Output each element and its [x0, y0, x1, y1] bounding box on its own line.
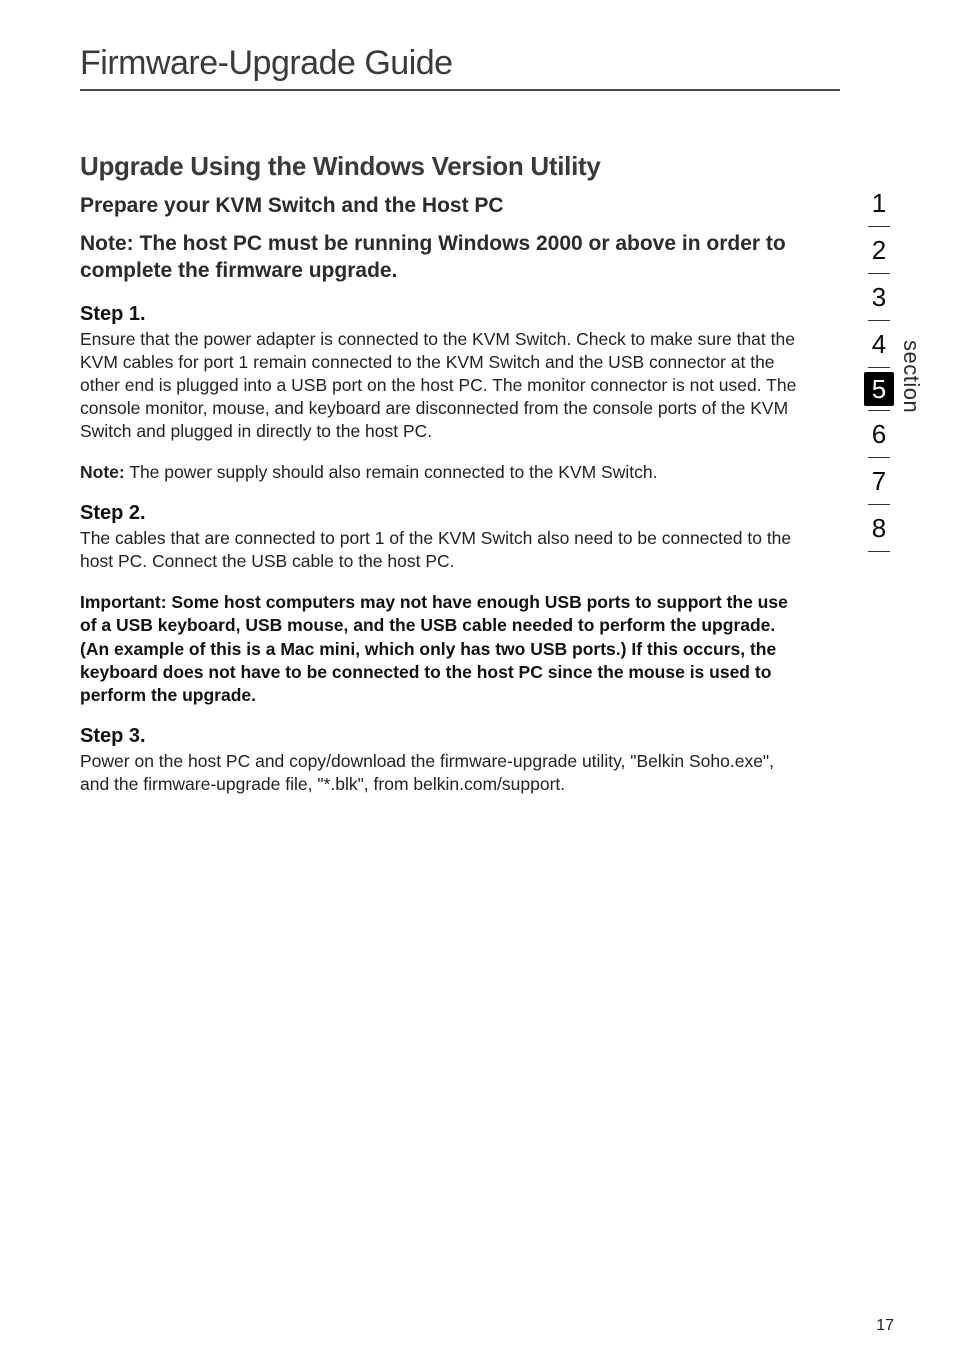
step-3-body: Power on the host PC and copy/download t…	[80, 750, 800, 796]
section-nav: 1 2 3 4 5 6 7 8	[822, 184, 894, 556]
nav-item-6[interactable]: 6	[872, 415, 886, 453]
heading-prepare: Prepare your KVM Switch and the Host PC	[80, 194, 800, 218]
section-label: section	[898, 340, 924, 413]
nav-item-2[interactable]: 2	[872, 231, 886, 269]
nav-item-8[interactable]: 8	[872, 509, 886, 547]
nav-item-1[interactable]: 1	[872, 184, 886, 222]
page-title: Firmware-Upgrade Guide	[80, 44, 894, 83]
step-3-heading: Step 3.	[80, 725, 800, 748]
nav-sep	[868, 320, 890, 321]
step-2-body: The cables that are connected to port 1 …	[80, 527, 800, 573]
step-1-heading: Step 1.	[80, 303, 800, 326]
nav-item-7[interactable]: 7	[872, 462, 886, 500]
nav-sep	[868, 504, 890, 505]
step-1-body: Ensure that the power adapter is connect…	[80, 328, 800, 443]
step-2-heading: Step 2.	[80, 502, 800, 525]
note-power-supply: Note: The power supply should also remai…	[80, 461, 800, 484]
nav-item-4[interactable]: 4	[872, 325, 886, 363]
note-text: The power supply should also remain conn…	[125, 462, 658, 482]
page-number: 17	[876, 1317, 894, 1335]
nav-sep	[868, 226, 890, 227]
important-paragraph: Important: Some host computers may not h…	[80, 591, 800, 706]
nav-sep	[868, 410, 890, 411]
nav-sep	[868, 273, 890, 274]
nav-item-5-active[interactable]: 5	[864, 372, 894, 406]
note-label: Note:	[80, 462, 125, 482]
heading-note-host-pc: Note: The host PC must be running Window…	[80, 230, 800, 285]
nav-item-3[interactable]: 3	[872, 278, 886, 316]
content-column: Upgrade Using the Windows Version Utilit…	[80, 151, 800, 796]
nav-sep	[868, 551, 890, 552]
nav-sep	[868, 367, 890, 368]
heading-upgrade-utility: Upgrade Using the Windows Version Utilit…	[80, 151, 800, 182]
title-rule	[80, 89, 840, 91]
nav-sep	[868, 457, 890, 458]
